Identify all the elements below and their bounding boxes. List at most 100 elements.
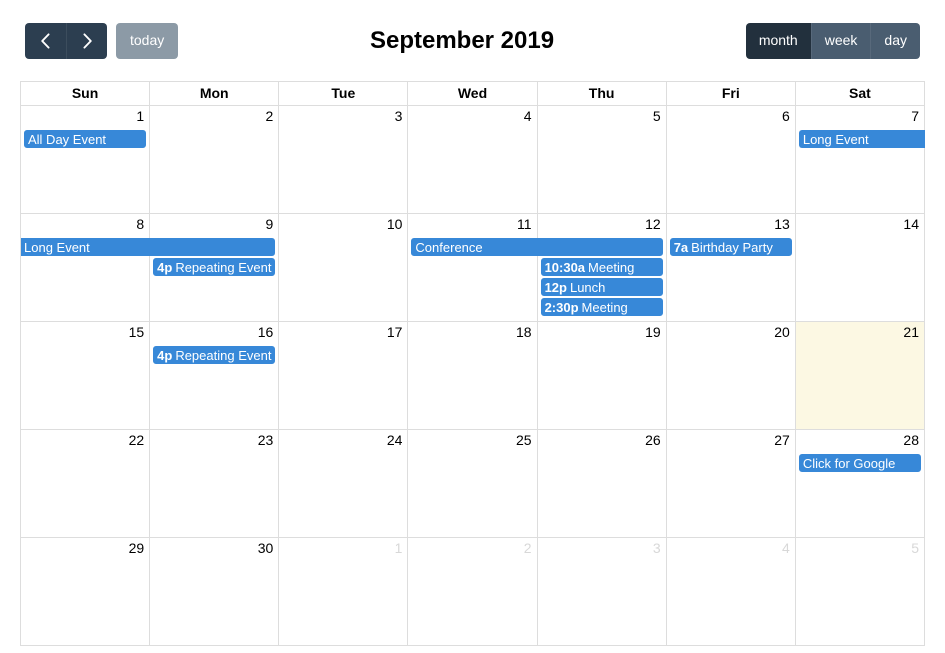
day-cell[interactable]: 25 [408,430,538,537]
day-number[interactable]: 2 [524,539,532,559]
day-cell[interactable]: 7 [795,106,925,213]
day-number[interactable]: 23 [258,431,274,451]
day-number[interactable]: 5 [911,539,919,559]
day-cell[interactable]: 29 [21,538,151,645]
day-cell[interactable]: 28 [795,430,925,537]
day-cell[interactable]: 3 [537,538,667,645]
calendar-event[interactable]: 4p Repeating Event [153,258,276,276]
view-button-day[interactable]: day [870,23,920,59]
next-button[interactable] [66,23,107,59]
day-cell[interactable]: 5 [795,538,925,645]
day-cell[interactable]: 23 [150,430,280,537]
day-cell[interactable]: 30 [150,538,280,645]
calendar-event[interactable]: Long Event [21,238,276,256]
day-cell[interactable]: 10 [279,214,409,321]
event-title: All Day Event [28,132,107,147]
day-number[interactable]: 1 [136,107,144,127]
day-number[interactable]: 27 [774,431,790,451]
day-number[interactable]: 3 [395,107,403,127]
day-cell[interactable]: 5 [537,106,667,213]
day-number[interactable]: 3 [653,539,661,559]
day-cell[interactable]: 1 [279,538,409,645]
prev-button[interactable] [25,23,66,59]
day-cell[interactable]: 19 [537,322,667,429]
day-number[interactable]: 14 [903,215,919,235]
day-cell[interactable]: 2 [408,538,538,645]
day-cell[interactable]: 4 [408,106,538,213]
day-number[interactable]: 1 [395,539,403,559]
day-number[interactable]: 11 [517,215,532,235]
day-cell[interactable]: 13 [666,214,796,321]
day-number[interactable]: 13 [774,215,790,235]
day-number[interactable]: 21 [903,323,919,343]
day-number[interactable]: 19 [645,323,661,343]
weekday-header-fri: Fri [666,82,796,105]
event-title: Click for Google [802,456,896,471]
event-lane: Long Event Conference 7a Birthday Party [21,238,925,257]
day-cell[interactable]: 6 [666,106,796,213]
day-cell[interactable]: 21 [795,322,925,429]
day-number[interactable]: 5 [653,107,661,127]
calendar-event[interactable]: Long Event [798,130,925,148]
calendar-event[interactable]: 12p Lunch [540,278,663,296]
day-cell[interactable]: 2 [150,106,280,213]
day-number[interactable]: 9 [265,215,273,235]
event-title: Meeting [581,300,628,315]
day-number[interactable]: 18 [516,323,532,343]
day-number[interactable]: 30 [258,539,274,559]
day-cell[interactable]: 15 [21,322,151,429]
day-number[interactable]: 6 [782,107,790,127]
day-number[interactable]: 7 [911,107,919,127]
day-cell[interactable]: 17 [279,322,409,429]
day-number[interactable]: 24 [387,431,403,451]
calendar-event[interactable]: All Day Event [24,130,147,148]
weekday-header-mon: Mon [150,82,280,105]
day-number[interactable]: 10 [387,215,403,235]
view-button-group: month week day [745,23,920,59]
event-title: Meeting [588,260,635,275]
day-cell[interactable]: 24 [279,430,409,537]
day-cell[interactable]: 27 [666,430,796,537]
day-cell[interactable]: 16 [150,322,280,429]
day-cell[interactable]: 3 [279,106,409,213]
day-number[interactable]: 22 [129,431,145,451]
weekday-header-sat: Sat [795,82,925,105]
today-button[interactable]: today [116,23,179,59]
calendar-event[interactable]: Conference [411,238,663,256]
calendar-event[interactable]: 4p Repeating Event [153,346,276,364]
day-cell[interactable]: 18 [408,322,538,429]
day-cell[interactable]: 22 [21,430,151,537]
calendar-event[interactable]: 7a Birthday Party [669,238,792,256]
day-cell[interactable]: 11 [408,214,538,321]
day-number[interactable]: 12 [645,215,661,235]
day-number[interactable]: 2 [265,107,273,127]
day-cell[interactable]: 20 [666,322,796,429]
nav-button-group [25,23,107,59]
day-cell[interactable]: 1 [21,106,151,213]
view-button-month[interactable]: month [745,23,811,59]
day-number[interactable]: 4 [782,539,790,559]
week-rows: 1 2 3 4 5 6 7 All Day Event Long Event 8 9 10 11 12 13… [21,106,925,646]
day-number[interactable]: 15 [129,323,145,343]
day-number[interactable]: 29 [129,539,145,559]
day-number[interactable]: 25 [516,431,532,451]
week-row: 8 9 10 11 12 13 14 Long Event Conference 7a Birthd… [21,214,925,322]
calendar-event[interactable]: 10:30a Meeting [540,258,663,276]
view-button-week[interactable]: week [810,23,871,59]
day-number[interactable]: 26 [645,431,661,451]
day-number[interactable]: 20 [774,323,790,343]
chevron-right-icon [82,33,93,49]
calendar-event[interactable]: Click for Google [798,454,921,472]
day-number[interactable]: 4 [524,107,532,127]
day-cell[interactable]: 14 [795,214,925,321]
day-cell[interactable]: 8 [21,214,151,321]
day-cell[interactable]: 4 [666,538,796,645]
week-row: 1 2 3 4 5 6 7 All Day Event Long Event [21,106,925,214]
calendar-event[interactable]: 2:30p Meeting [540,298,663,316]
day-cell[interactable]: 26 [537,430,667,537]
day-number[interactable]: 16 [258,323,274,343]
day-number[interactable]: 17 [387,323,403,343]
event-time: 4p [157,260,173,275]
day-number[interactable]: 28 [903,431,919,451]
day-number[interactable]: 8 [136,215,144,235]
